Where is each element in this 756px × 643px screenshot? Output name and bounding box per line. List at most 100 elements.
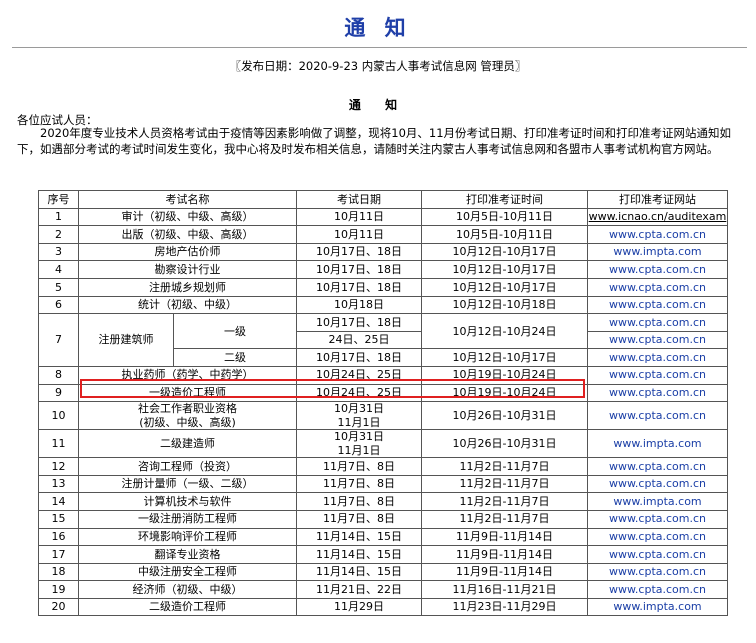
row-exam-name: 审计（初级、中级、高级）	[78, 207, 297, 227]
row-exam-date: 10月31日 11月1日	[296, 429, 422, 459]
row-exam-name-line2: (初级、中级、高级)	[139, 415, 236, 429]
row-exam-date: 11月29日	[296, 597, 422, 617]
notice-body: 2020年度专业技术人员资格考试由于疫情等因素影响做了调整，现将10月、11月份…	[17, 126, 732, 156]
table-row: 1 审计（初级、中级、高级） 10月11日 10月5日-10月11日 www.i…	[38, 207, 728, 227]
row-site-link[interactable]: www.cpta.com.cn	[587, 457, 728, 476]
row-exam-date: 11月7日、8日	[296, 457, 422, 476]
row-exam-name: 二级造价工程师	[78, 597, 297, 617]
row-print-time: 10月12日-10月18日	[421, 295, 588, 315]
row-no: 10	[38, 401, 79, 431]
row-no: 8	[38, 365, 79, 385]
table-row: 2 出版（初级、中级、高级） 10月11日 10月5日-10月11日 www.c…	[38, 225, 728, 244]
row-print-time: 11月23日-11月29日	[421, 597, 588, 617]
row-exam-date: 10月24日、25日	[296, 365, 422, 385]
row-no: 4	[38, 260, 79, 279]
table-row: 16 环境影响评价工程师 11月14日、15日 11月9日-11月14日 www…	[38, 527, 728, 547]
table-row: 15 一级注册消防工程师 11月7日、8日 11月2日-11月7日 www.cp…	[38, 509, 728, 529]
row-print-time: 10月12日-10月17日	[421, 260, 588, 279]
table-row: 11 二级建造师 10月31日 11月1日 10月26日-10月31日 www.…	[38, 429, 728, 459]
row-exam-name: 环境影响评价工程师	[78, 527, 297, 547]
row-print-time: 10月26日-10月31日	[421, 401, 588, 431]
row-site-link[interactable]: www.impta.com	[587, 492, 728, 511]
row-no: 13	[38, 474, 79, 494]
header-no: 序号	[38, 190, 79, 209]
table-row: 8 执业药师（药学、中药学） 10月24日、25日 10月19日-10月24日 …	[38, 365, 728, 385]
row-print-time: 11月9日-11月14日	[421, 545, 588, 564]
row-site-link[interactable]: www.impta.com	[587, 597, 728, 617]
row-site-link[interactable]: www.cpta.com.cn	[587, 313, 728, 332]
row-exam-name: 勘察设计行业	[78, 260, 297, 279]
row-exam-date: 11月7日、8日	[296, 492, 422, 511]
row-exam-date: 10月18日	[296, 295, 422, 315]
publish-info: 〖发布日期：2020-9-23 内蒙古人事考试信息网 管理员〗	[229, 59, 527, 73]
row-exam-date: 11月7日、8日	[296, 509, 422, 529]
row-exam-name: 计算机技术与软件	[78, 492, 297, 511]
row-site-link[interactable]: www.cpta.com.cn	[587, 580, 728, 599]
table-row: 10 社会工作者职业资格 (初级、中级、高级) 10月31日 11月1日 10月…	[38, 401, 728, 431]
row-site-link[interactable]: www.impta.com	[587, 429, 728, 459]
row-exam-name: 执业药师（药学、中药学）	[78, 365, 297, 385]
row-exam-date: 11月7日、8日	[296, 474, 422, 494]
row-site-link[interactable]: www.cpta.com.cn	[587, 365, 728, 385]
row-exam-name: 统计（初级、中级）	[78, 295, 297, 315]
row-exam-date: 10月24日、25日	[296, 383, 422, 403]
row-exam-date-line2: 11月1日	[337, 443, 381, 457]
row-exam-name: 咨询工程师（投资）	[78, 457, 297, 476]
row-site-link[interactable]: www.cpta.com.cn	[587, 401, 728, 431]
row-no: 7	[38, 313, 79, 367]
row-exam-sublevel: 一级	[173, 313, 297, 350]
row-site-link[interactable]: www.impta.com	[587, 242, 728, 262]
row-site-link[interactable]: www.cpta.com.cn	[587, 225, 728, 244]
row-site-link[interactable]: www.cpta.com.cn	[587, 295, 728, 315]
row-print-time: 11月2日-11月7日	[421, 509, 588, 529]
row-exam-sublevel: 二级	[173, 348, 297, 367]
row-exam-name: 房地产估价师	[78, 242, 297, 262]
table-row: 6 统计（初级、中级） 10月18日 10月12日-10月18日 www.cpt…	[38, 295, 728, 315]
row-no: 20	[38, 597, 79, 617]
row-exam-name: 经济师（初级、中级）	[78, 580, 297, 599]
row-no: 2	[38, 225, 79, 244]
row-no: 19	[38, 580, 79, 599]
row-no: 14	[38, 492, 79, 511]
title-divider	[12, 47, 747, 48]
table-row: 3 房地产估价师 10月17日、18日 10月12日-10月17日 www.im…	[38, 242, 728, 262]
exam-schedule-table: 序号 考试名称 考试日期 打印准考证时间 打印准考证网站 1 审计（初级、中级、…	[38, 190, 728, 617]
row-no: 11	[38, 429, 79, 459]
row-no: 3	[38, 242, 79, 262]
row-site-link[interactable]: www.cpta.com.cn	[587, 527, 728, 547]
table-row: 18 中级注册安全工程师 11月14日、15日 11月9日-11月14日 www…	[38, 562, 728, 582]
row-exam-date: 24日、25日	[296, 330, 422, 350]
row-site-link[interactable]: www.cpta.com.cn	[587, 545, 728, 564]
header-name: 考试名称	[78, 190, 297, 209]
table-row: 20 二级造价工程师 11月29日 11月23日-11月29日 www.impt…	[38, 597, 728, 617]
row-site-link[interactable]: www.cpta.com.cn	[587, 330, 728, 350]
row-print-time: 10月12日-10月17日	[421, 348, 588, 367]
row-no: 15	[38, 509, 79, 529]
row-print-time: 11月2日-11月7日	[421, 492, 588, 511]
table-row: 13 注册计量师（一级、二级） 11月7日、8日 11月2日-11月7日 www…	[38, 474, 728, 494]
row-site-link[interactable]: www.cpta.com.cn	[587, 509, 728, 529]
row-no: 9	[38, 383, 79, 403]
row-site-link[interactable]: www.cpta.com.cn	[587, 383, 728, 403]
row-exam-name: 翻译专业资格	[78, 545, 297, 564]
row-site-link[interactable]: www.cpta.com.cn	[587, 474, 728, 494]
row-exam-name: 出版（初级、中级、高级）	[78, 225, 297, 244]
row-site-link[interactable]: www.icnao.cn/auditexam	[587, 207, 728, 227]
row-print-time: 11月2日-11月7日	[421, 457, 588, 476]
row-print-time: 10月12日-10月17日	[421, 242, 588, 262]
row-exam-name-line1: 社会工作者职业资格	[138, 402, 237, 416]
row-exam-date: 10月17日、18日	[296, 260, 422, 279]
row-site-link[interactable]: www.cpta.com.cn	[587, 260, 728, 279]
row-exam-name: 二级建造师	[78, 429, 297, 459]
row-exam-date: 11月14日、15日	[296, 562, 422, 582]
table-row: 14 计算机技术与软件 11月7日、8日 11月2日-11月7日 www.imp…	[38, 492, 728, 511]
table-row: 4 勘察设计行业 10月17日、18日 10月12日-10月17日 www.cp…	[38, 260, 728, 279]
header-print-site: 打印准考证网站	[587, 190, 728, 209]
row-site-link[interactable]: www.cpta.com.cn	[587, 348, 728, 367]
row-exam-date: 10月17日、18日	[296, 348, 422, 367]
row-exam-date: 10月31日 11月1日	[296, 401, 422, 431]
row-site-link[interactable]: www.cpta.com.cn	[587, 277, 728, 297]
row-site-link[interactable]: www.cpta.com.cn	[587, 562, 728, 582]
row-print-time: 10月19日-10月24日	[421, 383, 588, 403]
row-exam-date-line1: 10月31日	[334, 402, 384, 416]
